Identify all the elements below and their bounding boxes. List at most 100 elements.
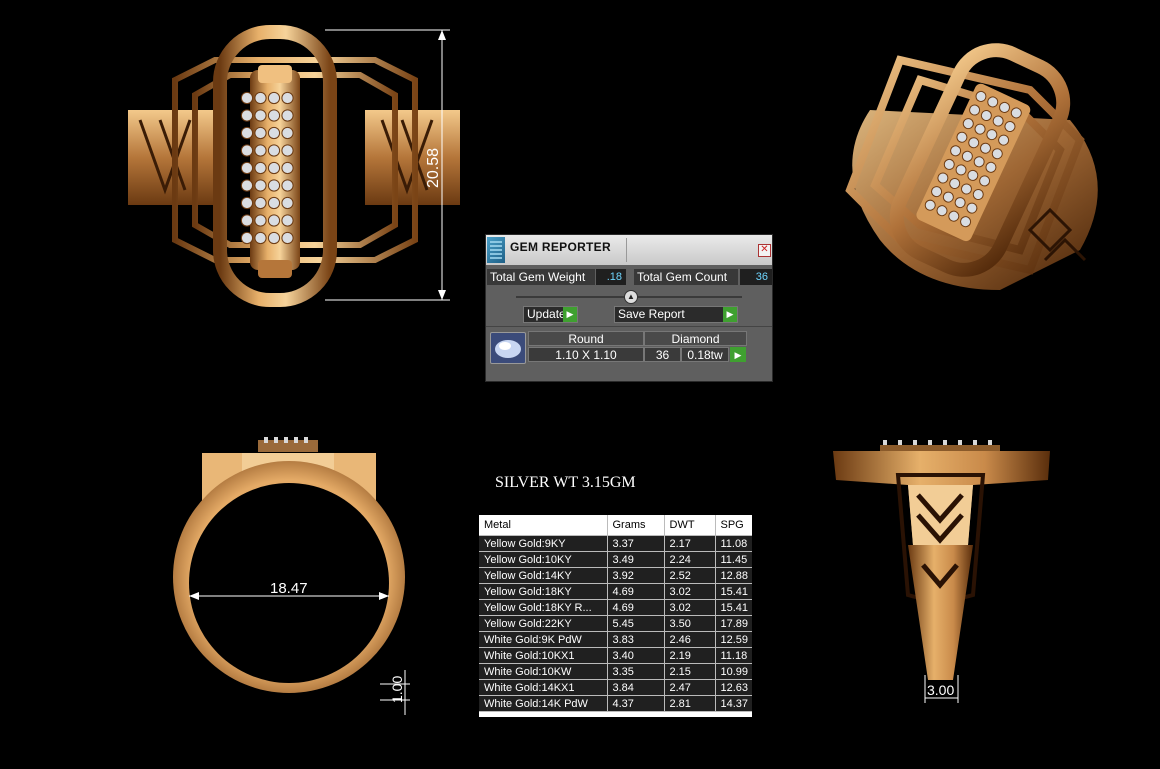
- diamond-stone: [254, 109, 267, 122]
- table-cell: 2.81: [664, 695, 716, 712]
- table-cell: 15.41: [715, 599, 752, 616]
- diamond-stone: [240, 196, 254, 210]
- total-gem-weight-value: .18: [596, 269, 626, 285]
- inner-diameter-dimension: 18.47: [270, 580, 308, 597]
- diamond-stone: [254, 91, 267, 105]
- table-row: White Gold:10KX1 3.40 2.19 11.18: [479, 647, 752, 664]
- gem-size-cell: 1.10 X 1.10: [528, 347, 644, 362]
- diamond-stone: [267, 144, 281, 157]
- table-cell: 3.84: [607, 679, 665, 696]
- table-row: White Gold:14KX1 3.84 2.47 12.63: [479, 679, 752, 696]
- gem-thumbnail-icon[interactable]: [490, 332, 526, 364]
- diamond-stone: [240, 231, 254, 245]
- diamond-stone: [240, 161, 254, 175]
- table-cell: 14.37: [715, 695, 752, 712]
- diamond-stone: [281, 126, 294, 140]
- table-cell: 2.47: [664, 679, 716, 696]
- ring-side-view: 18.47 1.00: [173, 437, 410, 715]
- diamond-stone: [254, 231, 267, 245]
- diamond-stone: [281, 179, 294, 192]
- collapse-arrow-icon[interactable]: ▲: [624, 290, 638, 304]
- column-header: Grams: [607, 515, 665, 536]
- table-cell: 17.89: [715, 615, 752, 632]
- table-header-row: Metal Grams DWT SPG: [479, 515, 752, 536]
- diamond-stone: [240, 109, 254, 122]
- gem-shape-header: Round: [528, 331, 644, 346]
- metal-weight-table: Metal Grams DWT SPG Yellow Gold:9KY 3.37 2…: [479, 515, 752, 717]
- table-cell: Yellow Gold:18KY: [479, 583, 608, 600]
- update-button[interactable]: Update ▶: [523, 306, 578, 323]
- table-cell: Yellow Gold:14KY: [479, 567, 608, 584]
- play-icon[interactable]: ▶: [730, 347, 746, 362]
- table-cell: 2.15: [664, 663, 716, 680]
- diamond-stone: [240, 179, 254, 192]
- diamond-stone: [281, 109, 294, 122]
- table-cell: 10.99: [715, 663, 752, 680]
- update-button-label: Update: [527, 307, 566, 321]
- diamond-stone: [254, 144, 267, 157]
- diamond-stone: [240, 91, 254, 105]
- table-cell: Yellow Gold:18KY R...: [479, 599, 608, 616]
- diamond-stone: [267, 231, 281, 245]
- table-cell: 12.63: [715, 679, 752, 696]
- shank-width-dimension: 3.00: [927, 682, 954, 698]
- table-cell: White Gold:10KW: [479, 663, 608, 680]
- table-cell: 4.37: [607, 695, 665, 712]
- total-gem-count-value: 36: [740, 269, 772, 285]
- table-cell: 3.83: [607, 631, 665, 648]
- table-cell: 15.41: [715, 583, 752, 600]
- diamond-stone: [281, 161, 294, 175]
- height-dimension: 20.58: [425, 148, 442, 188]
- table-cell: 11.08: [715, 535, 752, 552]
- table-cell: White Gold:10KX1: [479, 647, 608, 664]
- table-cell: 3.92: [607, 567, 665, 584]
- column-header: DWT: [664, 515, 716, 536]
- gem-reporter-panel: GEM REPORTER ✕ Total Gem Weight .18 Tota…: [485, 234, 773, 382]
- table-cell: 3.02: [664, 583, 716, 600]
- diamond-stone: [267, 214, 281, 227]
- table-cell: 3.49: [607, 551, 665, 568]
- table-row: White Gold:9K PdW 3.83 2.46 12.59: [479, 631, 752, 648]
- table-row: White Gold:14K PdW 4.37 2.81 14.37: [479, 695, 752, 712]
- close-icon[interactable]: ✕: [758, 244, 771, 257]
- table-row: Yellow Gold:22KY 5.45 3.50 17.89: [479, 615, 752, 632]
- gem-app-icon: [487, 237, 505, 263]
- title-separator: [626, 238, 627, 262]
- table-row: Yellow Gold:14KY 3.92 2.52 12.88: [479, 567, 752, 584]
- table-row: Yellow Gold:10KY 3.49 2.24 11.45: [479, 551, 752, 568]
- column-header: SPG: [715, 515, 752, 536]
- table-cell: 2.24: [664, 551, 716, 568]
- panel-divider: [486, 326, 772, 327]
- diamond-stone: [267, 161, 281, 175]
- table-row: Yellow Gold:18KY R... 4.69 3.02 15.41: [479, 599, 752, 616]
- diamond-stone: [240, 126, 254, 140]
- gem-reporter-titlebar[interactable]: GEM REPORTER ✕: [486, 235, 772, 265]
- diamond-stone: [267, 126, 281, 140]
- gem-type-header: Diamond: [644, 331, 747, 346]
- table-row: Yellow Gold:9KY 3.37 2.17 11.08: [479, 535, 752, 552]
- silver-weight-label: SILVER WT 3.15GM: [495, 474, 636, 491]
- table-row: White Gold:10KW 3.35 2.15 10.99: [479, 663, 752, 680]
- diamond-stone: [281, 91, 294, 105]
- gem-count-cell: 36: [644, 347, 681, 362]
- diamond-stone: [267, 179, 281, 192]
- table-cell: 2.52: [664, 567, 716, 584]
- table-cell: 2.46: [664, 631, 716, 648]
- total-gem-weight-label: Total Gem Weight: [487, 269, 595, 285]
- diamond-stone: [267, 196, 281, 210]
- table-cell: 3.35: [607, 663, 665, 680]
- table-cell: 3.37: [607, 535, 665, 552]
- gem-reporter-title: GEM REPORTER: [510, 240, 611, 254]
- table-cell: 11.45: [715, 551, 752, 568]
- diamond-stone: [267, 91, 281, 105]
- diamond-stone: [281, 144, 294, 157]
- play-icon: ▶: [563, 307, 577, 322]
- ring-front-view: 20.58: [128, 25, 460, 307]
- play-icon: ▶: [723, 307, 737, 322]
- table-cell: 5.45: [607, 615, 665, 632]
- ring-shank-view: 3.00: [833, 440, 1050, 703]
- gem-weight-cell: 0.18tw: [681, 347, 729, 362]
- table-cell: 11.18: [715, 647, 752, 664]
- table-cell: 4.69: [607, 599, 665, 616]
- save-report-button[interactable]: Save Report ▶: [614, 306, 738, 323]
